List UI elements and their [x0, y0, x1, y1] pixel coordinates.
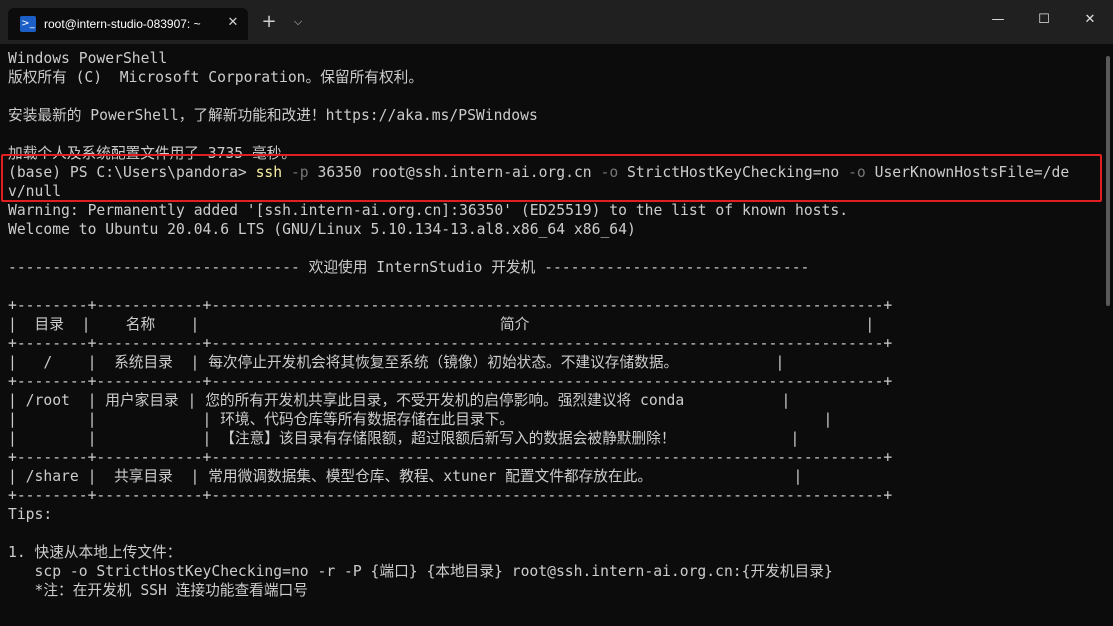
terminal-line: Warning: Permanently added '[ssh.intern-…	[8, 202, 849, 219]
table-row: | /share | 共享目录 | 常用微调数据集、模型仓库、教程、xtuner…	[8, 468, 803, 485]
scrollbar[interactable]	[1103, 44, 1113, 626]
table-border: +--------+------------+-----------------…	[8, 297, 893, 314]
new-tab-button[interactable]: +	[258, 10, 280, 34]
terminal-tab[interactable]: >_ root@intern-studio-083907: ~ ✕	[8, 8, 248, 40]
red-highlight-box	[1, 154, 1102, 202]
chevron-down-icon[interactable]: ⌵	[288, 10, 308, 34]
terminal-line: --------------------------------- 欢迎使用 I…	[8, 259, 810, 276]
terminal-line: Tips:	[8, 506, 53, 523]
terminal-line: *注：在开发机 SSH 连接功能查看端口号	[8, 582, 308, 599]
table-border: +--------+------------+-----------------…	[8, 487, 893, 504]
table-row: | | | 【注意】该目录有存储限额，超过限额后新写入的数据会被静默删除！ |	[8, 430, 800, 447]
table-row: | | | 环境、代码仓库等所有数据存储在此目录下。 |	[8, 411, 833, 428]
terminal-line: 安装最新的 PowerShell，了解新功能和改进！https://aka.ms…	[8, 107, 538, 124]
tab-title: root@intern-studio-083907: ~	[44, 17, 201, 31]
maximize-button[interactable]: ☐	[1021, 0, 1067, 40]
table-row: | 目录 | 名称 | 简介 |	[8, 316, 875, 333]
table-border: +--------+------------+-----------------…	[8, 335, 893, 352]
tab-close-icon[interactable]: ✕	[224, 14, 242, 32]
terminal-line: Windows PowerShell	[8, 50, 168, 67]
table-border: +--------+------------+-----------------…	[8, 373, 893, 390]
close-button[interactable]: ✕	[1067, 0, 1113, 40]
powershell-icon: >_	[20, 16, 36, 32]
minimize-button[interactable]: —	[975, 0, 1021, 40]
title-bar: >_ root@intern-studio-083907: ~ ✕ + ⌵ — …	[0, 0, 1113, 44]
terminal-output[interactable]: Windows PowerShell 版权所有 (C) Microsoft Co…	[0, 44, 1103, 626]
terminal-line: scp -o StrictHostKeyChecking=no -r -P {端…	[8, 563, 833, 580]
terminal-line: 版权所有 (C) Microsoft Corporation。保留所有权利。	[8, 69, 424, 86]
table-border: +--------+------------+-----------------…	[8, 449, 893, 466]
terminal-line: Welcome to Ubuntu 20.04.6 LTS (GNU/Linux…	[8, 221, 636, 238]
scrollbar-thumb[interactable]	[1106, 56, 1110, 306]
terminal-line: 1. 快速从本地上传文件：	[8, 544, 182, 561]
table-row: | / | 系统目录 | 每次停止开发机会将其恢复至系统（镜像）初始状态。不建议…	[8, 354, 785, 371]
table-row: | /root | 用户家目录 | 您的所有开发机共享此目录，不受开发机的启停影…	[8, 392, 791, 409]
